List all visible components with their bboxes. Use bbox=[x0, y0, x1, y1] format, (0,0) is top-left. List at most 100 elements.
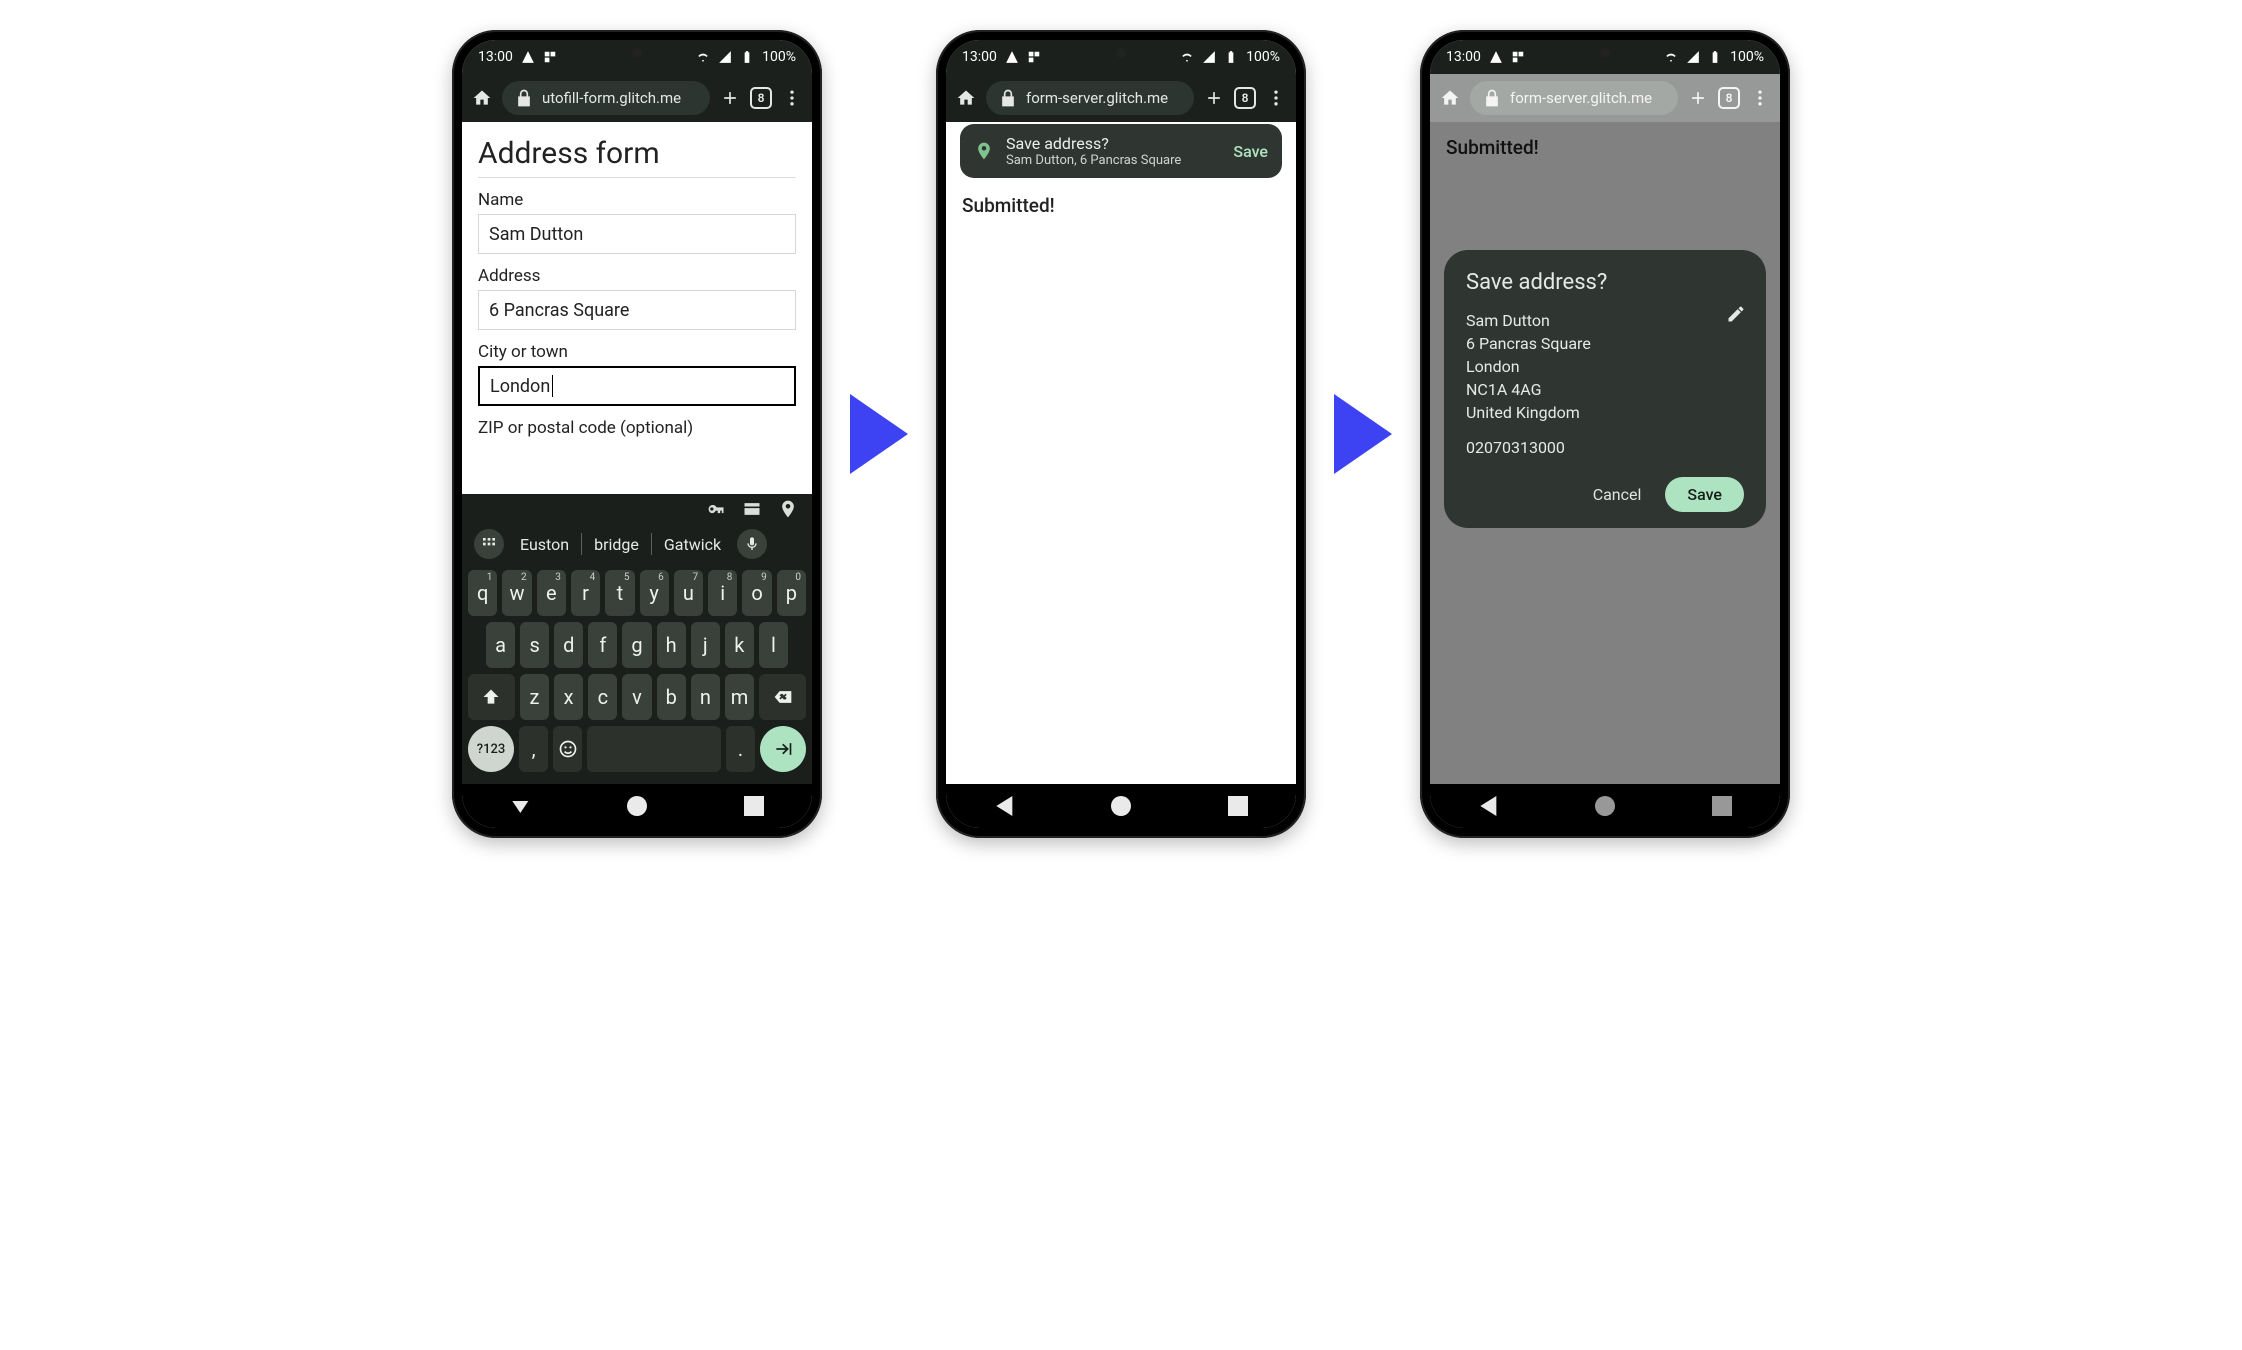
key-s[interactable]: s bbox=[520, 622, 549, 668]
key-w[interactable]: w2 bbox=[502, 570, 531, 616]
key-b[interactable]: b bbox=[657, 674, 686, 720]
key-i[interactable]: i8 bbox=[708, 570, 737, 616]
key-symbols[interactable]: ?123 bbox=[468, 726, 514, 772]
nav-home[interactable] bbox=[627, 796, 647, 816]
tab-count[interactable]: 8 bbox=[1234, 87, 1256, 109]
soft-keyboard[interactable]: Euston bridge Gatwick q1w2e3r4t5y6u7i8o9… bbox=[462, 494, 812, 784]
menu-icon[interactable] bbox=[1266, 88, 1286, 108]
save-button[interactable]: Save bbox=[1665, 477, 1744, 512]
modal-title: Save address? bbox=[1466, 270, 1744, 295]
key-o[interactable]: o9 bbox=[742, 570, 771, 616]
tab-count[interactable]: 8 bbox=[750, 87, 772, 109]
nav-back[interactable] bbox=[510, 796, 530, 816]
key-q[interactable]: q1 bbox=[468, 570, 497, 616]
key-y[interactable]: y6 bbox=[640, 570, 669, 616]
pin-icon bbox=[974, 141, 994, 161]
text-caret bbox=[552, 375, 553, 397]
label-address: Address bbox=[478, 266, 796, 286]
flow-arrow bbox=[1334, 394, 1392, 474]
page-title: Address form bbox=[478, 136, 796, 178]
flow-arrow bbox=[850, 394, 908, 474]
key-a[interactable]: a bbox=[486, 622, 515, 668]
suggestion-1[interactable]: Euston bbox=[508, 535, 581, 554]
key-icon[interactable] bbox=[706, 499, 726, 519]
addr-line: 6 Pancras Square bbox=[1466, 334, 1744, 353]
nav-recent[interactable] bbox=[1228, 796, 1248, 816]
key-t[interactable]: t5 bbox=[605, 570, 634, 616]
menu-icon[interactable] bbox=[782, 88, 802, 108]
battery-icon bbox=[1224, 50, 1238, 64]
battery-percent: 100% bbox=[762, 49, 796, 65]
apps-icon bbox=[1511, 50, 1525, 64]
key-r[interactable]: r4 bbox=[571, 570, 600, 616]
input-address[interactable]: 6 Pancras Square bbox=[478, 290, 796, 330]
home-icon[interactable] bbox=[472, 88, 492, 108]
card-icon[interactable] bbox=[742, 499, 762, 519]
grid-icon[interactable] bbox=[474, 529, 504, 559]
keyboard-suggestions: Euston bridge Gatwick bbox=[462, 524, 812, 564]
lock-icon bbox=[514, 88, 534, 108]
nav-home[interactable] bbox=[1111, 796, 1131, 816]
key-u[interactable]: u7 bbox=[674, 570, 703, 616]
key-z[interactable]: z bbox=[520, 674, 549, 720]
pencil-icon bbox=[1726, 304, 1746, 324]
key-l[interactable]: l bbox=[759, 622, 788, 668]
key-shift[interactable] bbox=[468, 674, 515, 720]
url-text: utofill-form.glitch.me bbox=[542, 89, 681, 107]
tab-count[interactable]: 8 bbox=[1718, 87, 1740, 109]
url-pill[interactable]: form-server.glitch.me bbox=[986, 81, 1194, 115]
key-g[interactable]: g bbox=[622, 622, 651, 668]
key-v[interactable]: v bbox=[622, 674, 651, 720]
nav-recent[interactable] bbox=[744, 796, 764, 816]
battery-percent: 100% bbox=[1246, 49, 1280, 65]
url-bar[interactable]: utofill-form.glitch.me 8 bbox=[462, 74, 812, 122]
banner-save-button[interactable]: Save bbox=[1233, 142, 1268, 161]
home-icon[interactable] bbox=[956, 88, 976, 108]
key-next[interactable] bbox=[760, 726, 806, 772]
key-backspace[interactable] bbox=[759, 674, 806, 720]
key-c[interactable]: c bbox=[588, 674, 617, 720]
nav-back[interactable] bbox=[994, 796, 1014, 816]
pin-icon[interactable] bbox=[778, 499, 798, 519]
input-city[interactable]: London bbox=[478, 366, 796, 406]
save-address-modal: Save address? Sam Dutton 6 Pancras Squar… bbox=[1444, 250, 1766, 528]
menu-icon[interactable] bbox=[1750, 88, 1770, 108]
key-e[interactable]: e3 bbox=[537, 570, 566, 616]
suggestion-2[interactable]: bridge bbox=[582, 535, 651, 554]
save-address-banner[interactable]: Save address? Sam Dutton, 6 Pancras Squa… bbox=[960, 124, 1282, 178]
key-n[interactable]: n bbox=[691, 674, 720, 720]
key-comma[interactable]: , bbox=[519, 726, 548, 772]
input-name[interactable]: Sam Dutton bbox=[478, 214, 796, 254]
key-j[interactable]: j bbox=[691, 622, 720, 668]
url-pill[interactable]: utofill-form.glitch.me bbox=[502, 81, 710, 115]
key-h[interactable]: h bbox=[657, 622, 686, 668]
wifi-icon bbox=[1664, 50, 1678, 64]
mic-icon[interactable] bbox=[737, 529, 767, 559]
key-row-3: zxcvbnm bbox=[468, 674, 806, 720]
url-pill[interactable]: form-server.glitch.me bbox=[1470, 81, 1678, 115]
key-space[interactable] bbox=[587, 726, 721, 772]
new-tab-icon[interactable] bbox=[1204, 88, 1224, 108]
url-bar[interactable]: form-server.glitch.me 8 bbox=[946, 74, 1296, 122]
key-period[interactable]: . bbox=[726, 726, 755, 772]
screen: 13:00 100% form-server.glitch.me 8 bbox=[946, 40, 1296, 828]
edit-button[interactable] bbox=[1726, 304, 1746, 328]
key-d[interactable]: d bbox=[554, 622, 583, 668]
key-emoji[interactable] bbox=[553, 726, 582, 772]
key-p[interactable]: p0 bbox=[777, 570, 806, 616]
aod-icon bbox=[521, 50, 535, 64]
suggestion-3[interactable]: Gatwick bbox=[652, 535, 733, 554]
cancel-button[interactable]: Cancel bbox=[1581, 477, 1654, 512]
key-k[interactable]: k bbox=[725, 622, 754, 668]
new-tab-icon[interactable] bbox=[1688, 88, 1708, 108]
label-name: Name bbox=[478, 190, 796, 210]
android-navbar bbox=[462, 784, 812, 828]
key-m[interactable]: m bbox=[725, 674, 754, 720]
key-x[interactable]: x bbox=[554, 674, 583, 720]
apps-icon bbox=[1027, 50, 1041, 64]
new-tab-icon[interactable] bbox=[720, 88, 740, 108]
banner-title: Save address? bbox=[1006, 134, 1221, 153]
key-f[interactable]: f bbox=[588, 622, 617, 668]
home-icon[interactable] bbox=[1440, 88, 1460, 108]
url-bar[interactable]: form-server.glitch.me 8 bbox=[1430, 74, 1780, 122]
